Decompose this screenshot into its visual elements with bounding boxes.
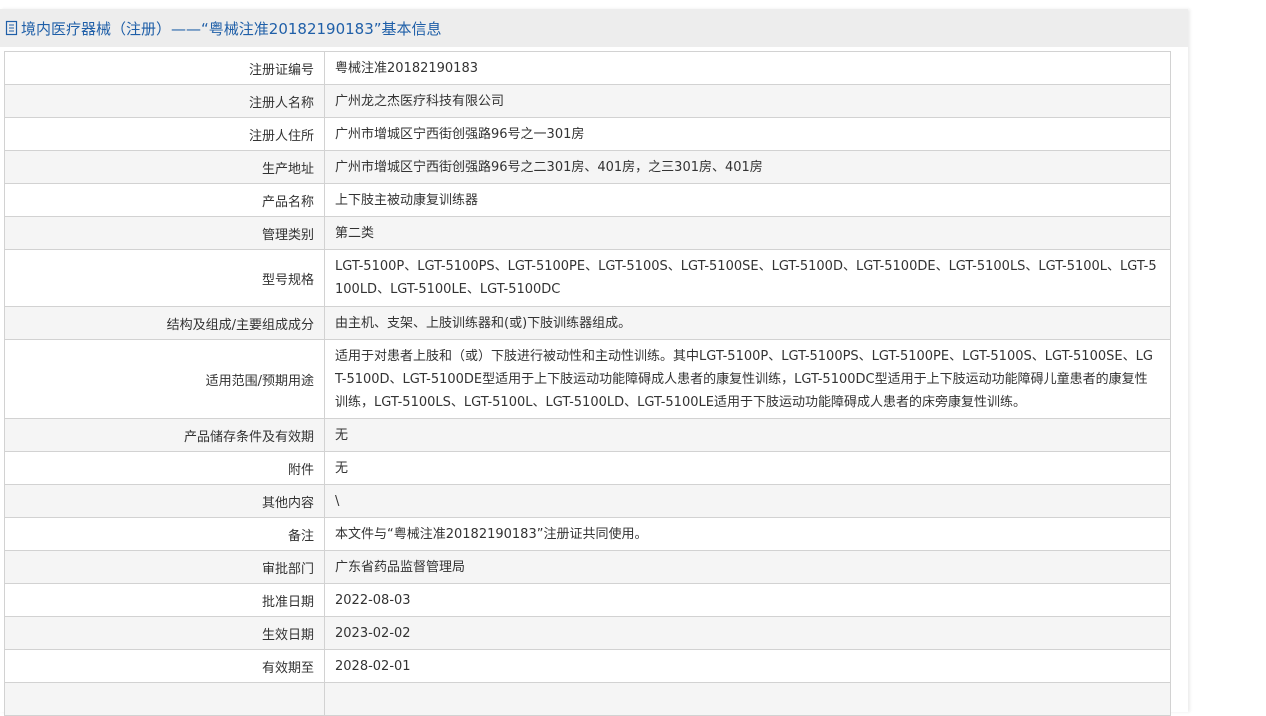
table-row: 生产地址 广州市增城区宁西街创强路96号之二301房、401房，之三301房、4… <box>4 150 1171 184</box>
field-label <box>4 682 325 716</box>
table-row: 产品储存条件及有效期 无 <box>4 418 1171 452</box>
field-value: 由主机、支架、上肢训练器和(或)下肢训练器组成。 <box>324 306 1171 340</box>
field-value: 广州龙之杰医疗科技有限公司 <box>324 84 1171 118</box>
field-label: 产品名称 <box>4 183 325 217</box>
field-label: 结构及组成/主要组成成分 <box>4 306 325 340</box>
table-row: 其他内容 \ <box>4 484 1171 518</box>
table-row: 结构及组成/主要组成成分 由主机、支架、上肢训练器和(或)下肢训练器组成。 <box>4 306 1171 340</box>
table-row: 注册人名称 广州龙之杰医疗科技有限公司 <box>4 84 1171 118</box>
table-row: 适用范围/预期用途 适用于对患者上肢和（或）下肢进行被动性和主动性训练。其中LG… <box>4 339 1171 419</box>
table-row: 备注 本文件与“粤械注准20182190183”注册证共同使用。 <box>4 517 1171 551</box>
field-label: 生产地址 <box>4 150 325 184</box>
field-label: 产品储存条件及有效期 <box>4 418 325 452</box>
field-value: 上下肢主被动康复训练器 <box>324 183 1171 217</box>
field-label: 有效期至 <box>4 649 325 683</box>
table-row: 注册证编号 粤械注准20182190183 <box>4 51 1171 85</box>
field-value: 粤械注准20182190183 <box>324 51 1171 85</box>
field-value: 2028-02-01 <box>324 649 1171 683</box>
field-label: 其他内容 <box>4 484 325 518</box>
field-value: 广州市增城区宁西街创强路96号之二301房、401房，之三301房、401房 <box>324 150 1171 184</box>
field-label: 注册证编号 <box>4 51 325 85</box>
field-label: 适用范围/预期用途 <box>4 339 325 419</box>
field-value: 广州市增城区宁西街创强路96号之一301房 <box>324 117 1171 151</box>
table-row: 产品名称 上下肢主被动康复训练器 <box>4 183 1171 217</box>
field-value: LGT-5100P、LGT-5100PS、LGT-5100PE、LGT-5100… <box>324 249 1171 307</box>
field-label: 批准日期 <box>4 583 325 617</box>
table-row: 附件 无 <box>4 451 1171 485</box>
field-label: 生效日期 <box>4 616 325 650</box>
field-value: 适用于对患者上肢和（或）下肢进行被动性和主动性训练。其中LGT-5100P、LG… <box>324 339 1171 419</box>
table-row: 有效期至 2028-02-01 <box>4 649 1171 683</box>
document-icon <box>5 20 19 36</box>
page-title: 境内医疗器械（注册）——“粤械注准20182190183”基本信息 <box>21 19 442 38</box>
field-value: 无 <box>324 418 1171 452</box>
table-row <box>4 682 1171 716</box>
panel-header: 境内医疗器械（注册）——“粤械注准20182190183”基本信息 <box>0 9 1188 47</box>
field-value: \ <box>324 484 1171 518</box>
table-row: 批准日期 2022-08-03 <box>4 583 1171 617</box>
field-label: 注册人住所 <box>4 117 325 151</box>
field-label: 附件 <box>4 451 325 485</box>
table-row: 型号规格 LGT-5100P、LGT-5100PS、LGT-5100PE、LGT… <box>4 249 1171 307</box>
field-label: 注册人名称 <box>4 84 325 118</box>
info-table: 注册证编号 粤械注准20182190183 注册人名称 广州龙之杰医疗科技有限公… <box>4 51 1171 716</box>
field-value <box>324 682 1171 716</box>
table-row: 注册人住所 广州市增城区宁西街创强路96号之一301房 <box>4 117 1171 151</box>
field-label: 备注 <box>4 517 325 551</box>
field-value: 广东省药品监督管理局 <box>324 550 1171 584</box>
field-label: 管理类别 <box>4 216 325 250</box>
field-value: 本文件与“粤械注准20182190183”注册证共同使用。 <box>324 517 1171 551</box>
table-row: 审批部门 广东省药品监督管理局 <box>4 550 1171 584</box>
field-value: 第二类 <box>324 216 1171 250</box>
table-row: 管理类别 第二类 <box>4 216 1171 250</box>
field-value: 2023-02-02 <box>324 616 1171 650</box>
field-value: 2022-08-03 <box>324 583 1171 617</box>
field-value: 无 <box>324 451 1171 485</box>
field-label: 审批部门 <box>4 550 325 584</box>
field-label: 型号规格 <box>4 249 325 307</box>
table-row: 生效日期 2023-02-02 <box>4 616 1171 650</box>
